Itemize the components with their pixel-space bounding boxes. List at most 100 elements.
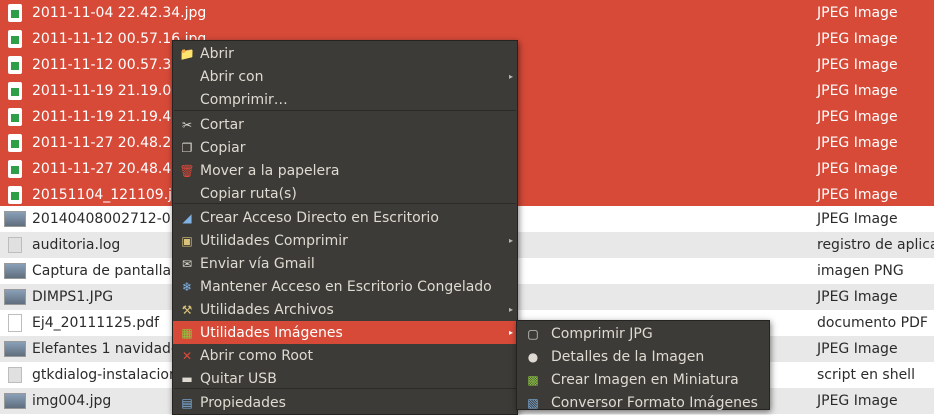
menu-item-copiar-ruta-s[interactable]: Copiar ruta(s) <box>173 182 517 205</box>
file-name: Elefantes 1 navidad-1 <box>32 341 185 357</box>
menu-item-abrir[interactable]: 📁 Abrir <box>173 42 517 65</box>
submenu-item-comprimir-jpg[interactable]: ▢ Comprimir JPG <box>517 322 769 345</box>
submenu-item-label: Conversor Formato Imágenes <box>551 394 758 411</box>
image-file-icon <box>8 4 22 22</box>
file-type: JPEG Image <box>817 161 898 177</box>
file-name: img004.jpg <box>32 393 112 409</box>
menu-item-copiar[interactable]: ❐ Copiar <box>173 136 517 159</box>
file-type: JPEG Image <box>817 341 898 357</box>
file-name: 2011-11-27 20.48.45.j <box>32 161 189 177</box>
menu-item-label: Utilidades Archivos <box>200 301 334 318</box>
image-details-icon: ● <box>527 349 539 364</box>
file-type: script en shell <box>817 367 915 383</box>
file-type: JPEG Image <box>817 289 898 305</box>
menu-item-label: Copiar ruta(s) <box>200 185 297 202</box>
file-name: 2011-11-27 20.48.29.j <box>32 135 189 151</box>
menu-item-cortar[interactable]: ✂ Cortar <box>173 113 517 136</box>
file-type: JPEG Image <box>817 393 898 409</box>
log-file-icon <box>8 237 22 253</box>
file-name: 2011-11-12 00.57.36.j <box>32 57 189 73</box>
file-name: Ej4_20111125.pdf <box>32 315 160 331</box>
menu-item-label: Enviar vía Gmail <box>200 255 315 272</box>
menu-item-propiedades[interactable]: ▤ Propiedades <box>173 391 517 414</box>
file-type: JPEG Image <box>817 187 898 203</box>
image-file-icon <box>8 82 22 100</box>
menu-item-mantener-acceso-en-escritorio-congelado[interactable]: ❄ Mantener Acceso en Escritorio Congelado <box>173 275 517 298</box>
menu-item-label: Copiar <box>200 139 246 156</box>
submenu-item-detalles-de-la-imagen[interactable]: ● Detalles de la Imagen <box>517 345 769 368</box>
blank-icon <box>179 186 195 202</box>
menu-item-crear-acceso-directo-en-escritorio[interactable]: ◢ Crear Acceso Directo en Escritorio <box>173 206 517 229</box>
snowflake-icon: ❄ <box>181 279 193 294</box>
folder-icon: 📁 <box>179 46 195 61</box>
menu-item-label: Cortar <box>200 116 244 133</box>
image-file-icon <box>8 160 22 178</box>
menu-item-label: Utilidades Imágenes <box>200 324 343 341</box>
image-tools-icon: ▦ <box>181 325 193 340</box>
file-type: JPEG Image <box>817 109 898 125</box>
blank-icon <box>179 69 195 85</box>
menu-item-label: Mover a la papelera <box>200 162 340 179</box>
menu-item-abrir-como-root[interactable]: ✕ Abrir como Root <box>173 344 517 367</box>
image-thumbnail-icon <box>4 289 26 305</box>
menu-item-label: Utilidades Comprimir <box>200 232 348 249</box>
menu-item-label: Abrir con <box>200 68 264 85</box>
compress-jpg-icon: ▢ <box>527 326 539 341</box>
archive-icon: ▣ <box>181 233 193 248</box>
script-file-icon <box>8 367 22 383</box>
image-utilities-submenu: ▢ Comprimir JPG ● Detalles de la Imagen ▩ Cre… <box>516 320 770 411</box>
root-close-icon: ✕ <box>181 348 193 363</box>
menu-item-utilidades-imágenes[interactable]: ▦ Utilidades Imágenes ▸ <box>173 321 517 344</box>
menu-item-utilidades-comprimir[interactable]: ▣ Utilidades Comprimir ▸ <box>173 229 517 252</box>
submenu-item-conversor-formato-imágenes[interactable]: ▧ Conversor Formato Imágenes <box>517 391 769 414</box>
pdf-file-icon <box>8 314 22 332</box>
desktop-shortcut-icon: ◢ <box>182 210 192 225</box>
image-file-icon <box>8 134 22 152</box>
tools-icon: ⚒ <box>181 302 193 317</box>
blank-icon <box>179 92 195 108</box>
file-name: gtkdialog-instalacion <box>32 367 178 383</box>
menu-item-label: Abrir <box>200 45 234 62</box>
submenu-item-crear-imagen-en-miniatura[interactable]: ▩ Crear Imagen en Miniatura <box>517 368 769 391</box>
file-name: auditoria.log <box>32 237 121 253</box>
file-type: registro de aplica <box>817 237 934 253</box>
menu-item-label: Comprimir… <box>200 91 288 108</box>
submenu-item-label: Detalles de la Imagen <box>551 348 705 365</box>
file-name: DIMPS1.JPG <box>32 289 114 305</box>
menu-item-mover-a-la-papelera[interactable]: 🗑 Mover a la papelera <box>173 159 517 182</box>
file-name: Captura de pantalla d <box>32 263 185 279</box>
mail-icon: ✉ <box>181 256 193 271</box>
file-type: imagen PNG <box>817 263 904 279</box>
trash-icon: 🗑 <box>179 163 195 178</box>
menu-item-label: Abrir como Root <box>200 347 313 364</box>
submenu-arrow-icon: ▸ <box>508 236 513 245</box>
menu-item-comprimir[interactable]: Comprimir… <box>173 88 517 111</box>
menu-item-quitar-usb[interactable]: ▬ Quitar USB <box>173 367 517 390</box>
submenu-arrow-icon: ▸ <box>508 72 513 81</box>
thumbnail-icon: ▩ <box>527 372 539 387</box>
file-type: JPEG Image <box>817 211 898 227</box>
image-file-icon <box>8 186 22 204</box>
file-type: JPEG Image <box>817 135 898 151</box>
file-name: 20151104_121109.jpg <box>32 187 190 203</box>
submenu-item-label: Crear Imagen en Miniatura <box>551 371 739 388</box>
file-name: 2011-11-19 21.19.06.j <box>32 83 189 99</box>
menu-item-label: Propiedades <box>200 394 286 411</box>
image-thumbnail-icon <box>4 341 26 357</box>
menu-item-utilidades-archivos[interactable]: ⚒ Utilidades Archivos ▸ <box>173 298 517 321</box>
image-file-icon <box>8 108 22 126</box>
file-type: documento PDF <box>817 315 928 331</box>
file-row[interactable]: 2011-11-04 22.42.34.jpg JPEG Image <box>0 0 934 26</box>
usb-icon: ▬ <box>181 371 193 386</box>
convert-format-icon: ▧ <box>527 395 539 410</box>
menu-item-label: Quitar USB <box>200 370 277 387</box>
image-thumbnail-icon <box>4 393 26 409</box>
image-file-icon <box>8 56 22 74</box>
image-file-icon <box>8 30 22 48</box>
submenu-item-label: Comprimir JPG <box>551 325 653 342</box>
menu-item-enviar-vía-gmail[interactable]: ✉ Enviar vía Gmail <box>173 252 517 275</box>
menu-item-abrir-con[interactable]: Abrir con ▸ <box>173 65 517 88</box>
file-type: JPEG Image <box>817 83 898 99</box>
file-name: 2011-11-19 21.19.47.j <box>32 109 189 125</box>
menu-item-label: Mantener Acceso en Escritorio Congelado <box>200 278 492 295</box>
